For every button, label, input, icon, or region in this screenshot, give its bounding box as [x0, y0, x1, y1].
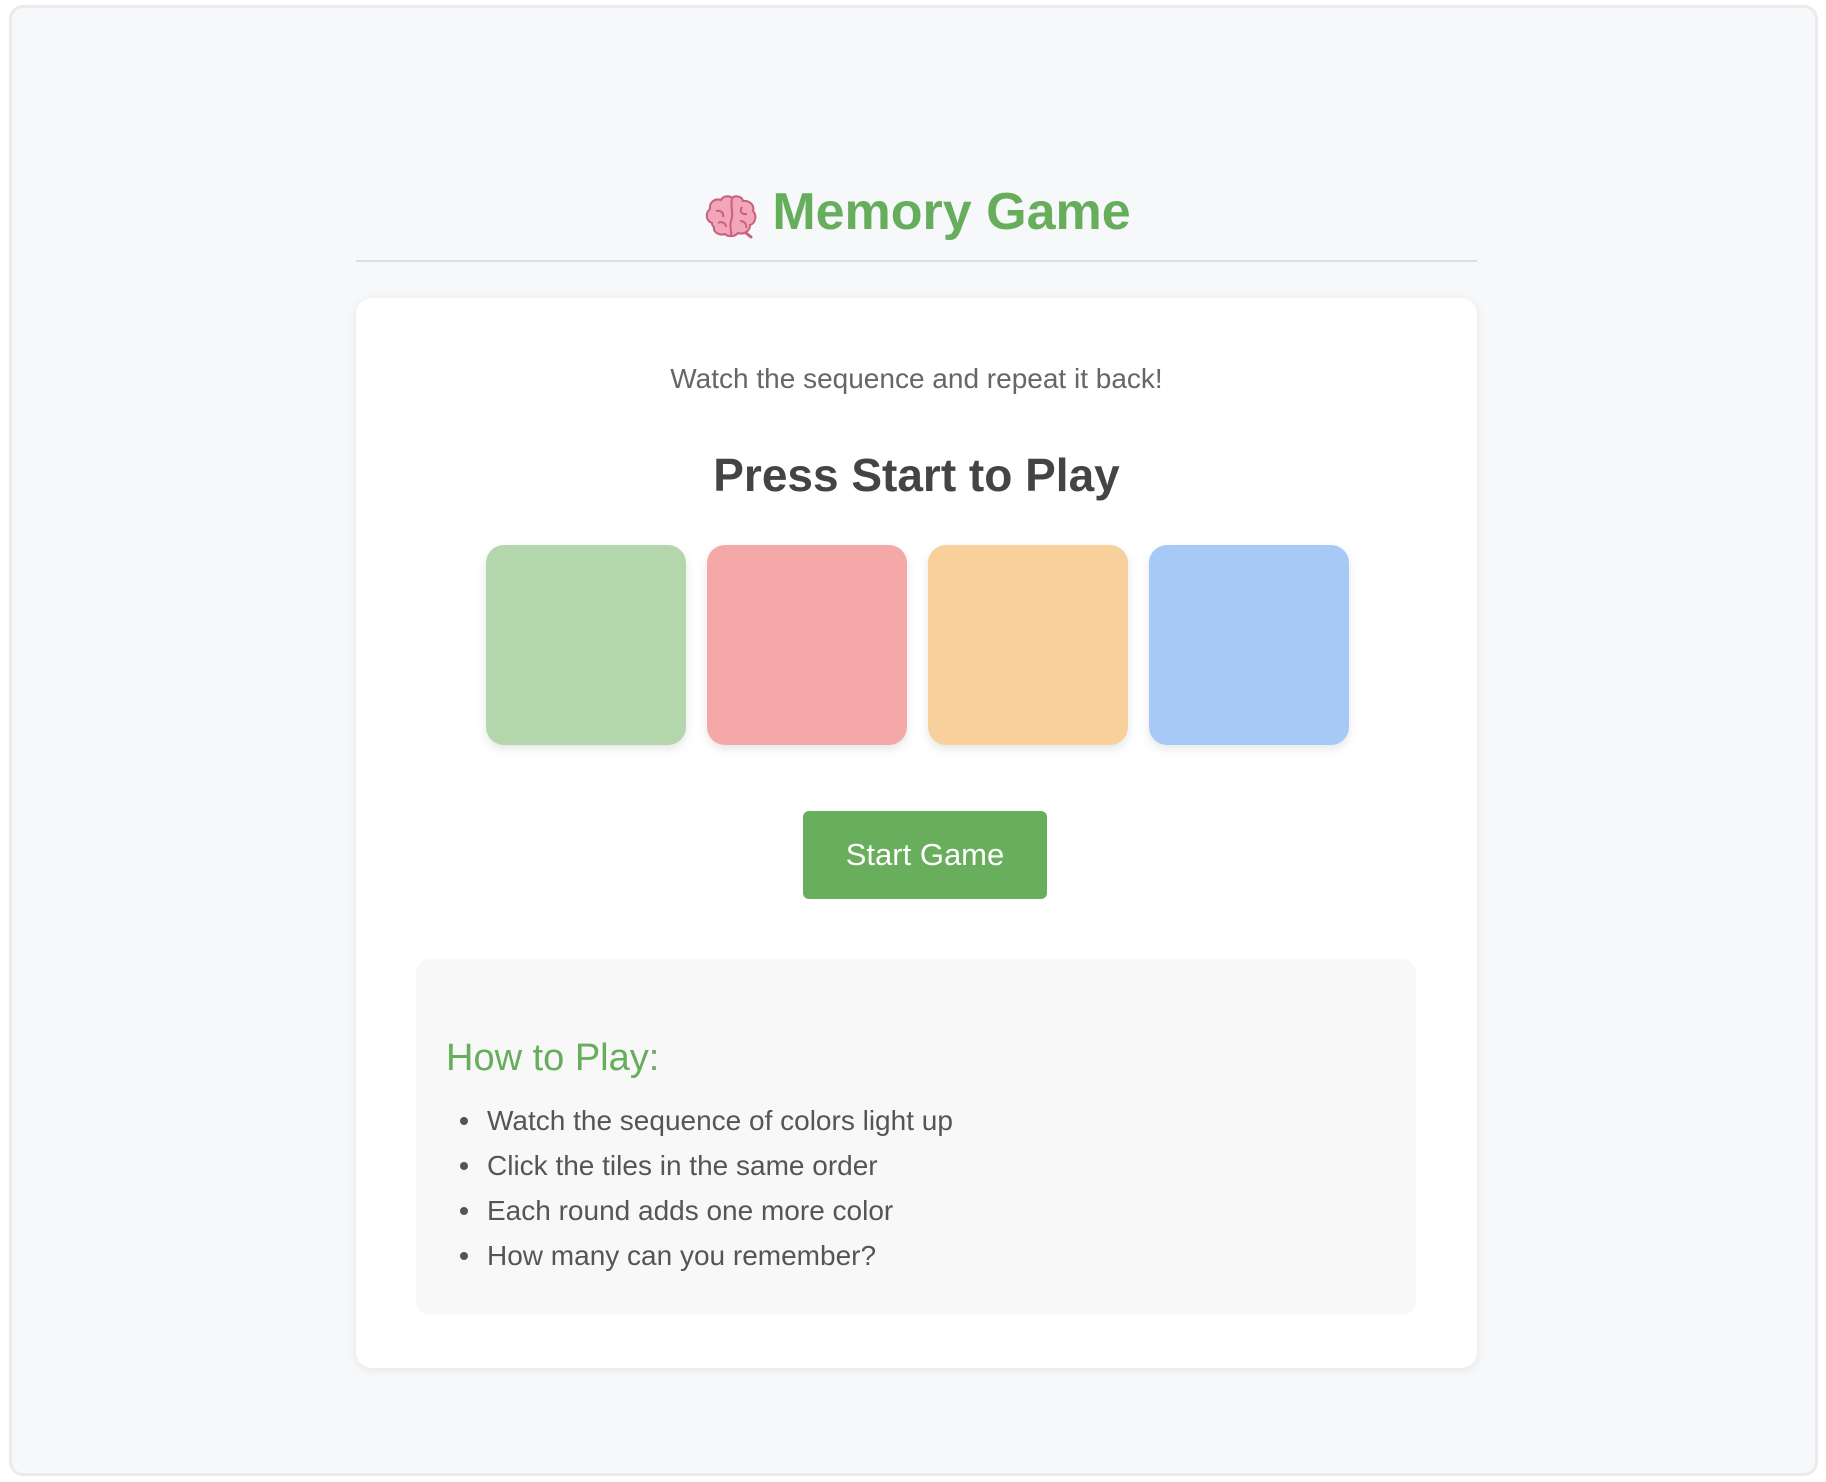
- tile-red[interactable]: [707, 545, 907, 745]
- list-item: Watch the sequence of colors light up: [446, 1098, 1386, 1143]
- tile-blue[interactable]: [1149, 545, 1349, 745]
- list-item-text: How many can you remember?: [487, 1240, 877, 1271]
- list-item-text: Each round adds one more color: [487, 1195, 894, 1226]
- bullet-icon: [460, 1252, 468, 1260]
- tile-orange[interactable]: [928, 545, 1128, 745]
- brain-icon: [702, 188, 760, 239]
- app-frame: Memory Game Watch the sequence and repea…: [9, 5, 1818, 1476]
- list-item-text: Watch the sequence of colors light up: [487, 1105, 953, 1136]
- tile-green[interactable]: [486, 545, 686, 745]
- bullet-icon: [460, 1117, 468, 1125]
- start-game-button[interactable]: Start Game: [803, 811, 1047, 899]
- list-item: How many can you remember?: [446, 1233, 1386, 1278]
- page-title: Memory Game: [702, 176, 1131, 248]
- game-card: Watch the sequence and repeat it back! P…: [356, 298, 1477, 1368]
- list-item-text: Click the tiles in the same order: [487, 1150, 878, 1181]
- game-status: Press Start to Play: [713, 449, 1120, 501]
- list-item: Each round adds one more color: [446, 1188, 1386, 1233]
- how-to-play-list: Watch the sequence of colors light up Cl…: [446, 1098, 1386, 1278]
- how-to-play-title: How to Play:: [446, 1037, 660, 1079]
- how-to-play-panel: How to Play: Watch the sequence of color…: [416, 959, 1416, 1315]
- title-text: Memory Game: [772, 183, 1131, 241]
- tile-grid: [486, 545, 1349, 745]
- page-header: Memory Game: [356, 176, 1477, 262]
- list-item: Click the tiles in the same order: [446, 1143, 1386, 1188]
- bullet-icon: [460, 1207, 468, 1215]
- instructions-subtitle: Watch the sequence and repeat it back!: [670, 363, 1163, 394]
- bullet-icon: [460, 1162, 468, 1170]
